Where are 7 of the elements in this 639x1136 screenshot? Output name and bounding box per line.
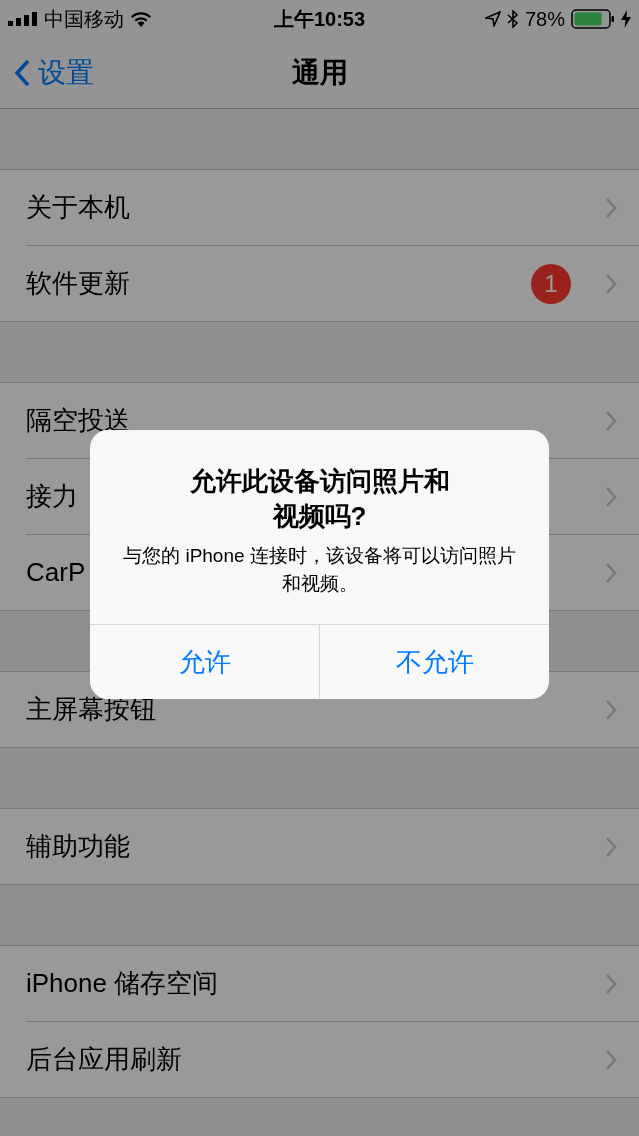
clock-time: 上午10:53 (273, 6, 366, 32)
notification-badge: 1 (531, 263, 571, 304)
carrier-name: 中国移动 (44, 6, 124, 32)
battery-percentage: 78% (524, 7, 565, 31)
alert-title: 允许此设备访问照片和视频吗? (188, 465, 451, 533)
alert-message: 与您的 iPhone 连接时，该设备将可以访问照片和视频。 (122, 544, 517, 596)
page-title: 通用 (291, 56, 348, 90)
